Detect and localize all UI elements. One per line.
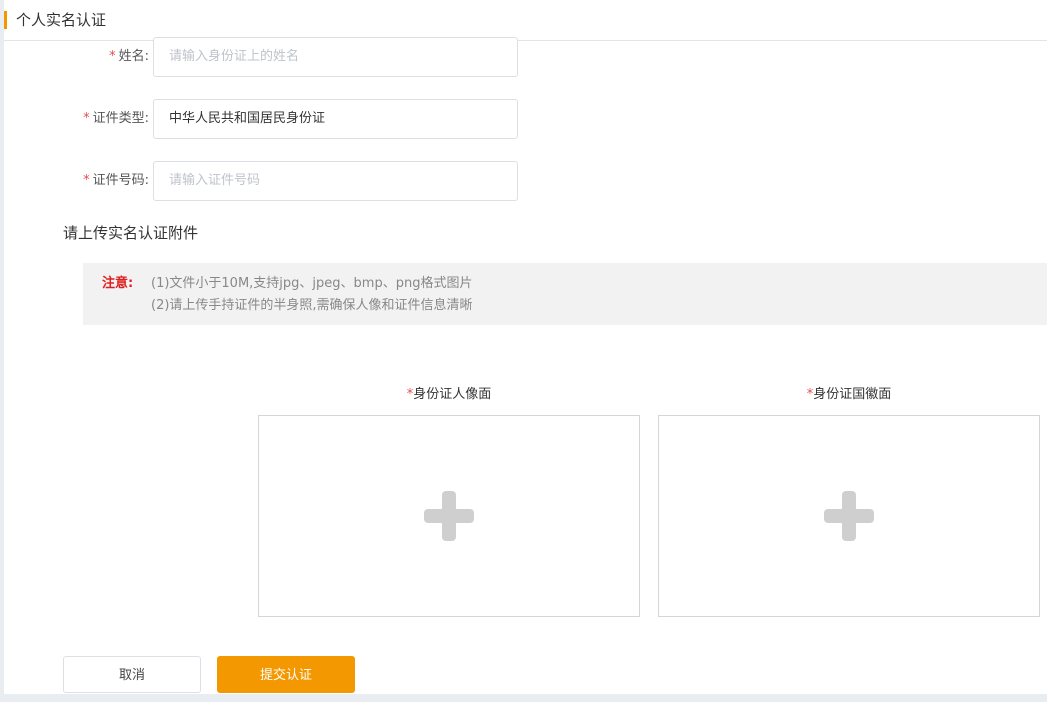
id-type-label-text: 证件类型: [92, 111, 149, 126]
notice-line-1: (1)文件小于10M,支持jpg、jpeg、bmp、png格式图片 [151, 276, 473, 291]
attachments-title: 请上传实名认证附件 [63, 224, 199, 242]
upload-front-label: 身份证人像面 [413, 387, 492, 402]
upload-back-dropzone[interactable] [658, 415, 1040, 617]
notice-line-2: (2)请上传手持证件的半身照,需确保人像和证件信息清晰 [151, 298, 473, 313]
notice-box: 注意: (1)文件小于10M,支持jpg、jpeg、bmp、png格式图片 (2… [83, 263, 1047, 325]
upload-back-label: 身份证国徽面 [813, 387, 892, 402]
upload-front: *身份证人像面 [258, 385, 640, 617]
id-number-label-text: 证件号码: [92, 173, 149, 188]
submit-button[interactable]: 提交认证 [217, 656, 355, 693]
upload-front-caption: *身份证人像面 [258, 385, 640, 405]
id-type-row: * 证件类型: 中华人民共和国居民身份证 [4, 99, 604, 139]
id-type-label: * 证件类型: [83, 99, 149, 139]
verification-panel: 个人实名认证 *姓名: *证件类型: 中华人民共和国居民身份证 *证件号码: 请… [4, 0, 1047, 694]
name-label: * 姓名: [109, 37, 149, 77]
upload-back-caption: *身份证国徽面 [658, 385, 1040, 405]
required-mark: * [83, 111, 90, 126]
id-number-label: * 证件号码: [83, 161, 149, 201]
page-header: 个人实名认证 [4, 0, 1047, 41]
name-label-text: 姓名: [118, 49, 149, 64]
upload-back: *身份证国徽面 [658, 385, 1040, 617]
required-mark: * [109, 49, 116, 64]
page-title: 个人实名认证 [16, 11, 107, 29]
plus-icon [424, 491, 474, 541]
notice-tag: 注意: [102, 276, 134, 291]
name-row: * 姓名: [4, 37, 604, 77]
required-mark: * [83, 173, 90, 188]
page-bottom-strip [0, 694, 1047, 702]
name-input[interactable] [153, 37, 518, 77]
cancel-button[interactable]: 取消 [63, 656, 201, 693]
id-number-input[interactable] [153, 161, 518, 201]
upload-front-dropzone[interactable] [258, 415, 640, 617]
id-type-select[interactable]: 中华人民共和国居民身份证 [153, 99, 518, 139]
plus-icon [824, 491, 874, 541]
id-number-row: * 证件号码: [4, 161, 604, 201]
header-accent-bar [4, 11, 7, 29]
